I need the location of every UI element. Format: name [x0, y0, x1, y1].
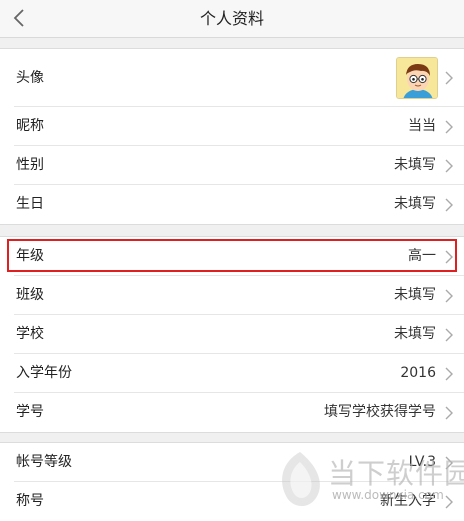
nickname-label: 昵称: [16, 118, 44, 134]
grade-value: 高一: [408, 248, 436, 264]
account-level-value: LV.3: [408, 454, 436, 470]
student-id-value: 填写学校获得学号: [324, 404, 436, 420]
title-value: 新生入学: [380, 493, 436, 509]
chevron-right-icon: [445, 250, 453, 264]
grade-row[interactable]: 年级 高一: [0, 237, 464, 276]
chevron-right-icon: [445, 495, 453, 509]
chevron-right-icon: [445, 367, 453, 381]
chevron-right-icon: [445, 120, 453, 134]
gender-label: 性别: [16, 157, 44, 173]
birthday-label: 生日: [16, 196, 44, 212]
gender-value: 未填写: [394, 157, 436, 173]
class-row[interactable]: 班级 未填写: [0, 276, 464, 315]
profile-basic-group: 头像 昵称 当当 性别 未填写 生日 未填写: [0, 48, 464, 225]
chevron-right-icon: [445, 328, 453, 342]
birthday-row[interactable]: 生日 未填写: [0, 185, 464, 224]
chevron-right-icon: [445, 198, 453, 212]
gender-row[interactable]: 性别 未填写: [0, 146, 464, 185]
enrollment-year-label: 入学年份: [16, 365, 72, 381]
class-value: 未填写: [394, 287, 436, 303]
account-level-label: 帐号等级: [16, 454, 72, 470]
chevron-right-icon: [445, 289, 453, 303]
avatar-row[interactable]: 头像: [0, 49, 464, 107]
chevron-right-icon: [445, 71, 453, 85]
school-row[interactable]: 学校 未填写: [0, 315, 464, 354]
chevron-right-icon: [445, 406, 453, 420]
title-row[interactable]: 称号 新生入学: [0, 482, 464, 521]
avatar-label: 头像: [16, 70, 44, 86]
student-id-label: 学号: [16, 404, 44, 420]
class-label: 班级: [16, 287, 44, 303]
school-info-group: 年级 高一 班级 未填写 学校 未填写 入学年份 2016 学号 填写学校获得学…: [0, 236, 464, 433]
enrollment-year-value: 2016: [400, 365, 436, 381]
birthday-value: 未填写: [394, 196, 436, 212]
nickname-value: 当当: [408, 118, 436, 134]
top-bar: 个人资料: [0, 0, 464, 38]
chevron-right-icon: [445, 456, 453, 470]
cartoon-boy-icon: [397, 58, 437, 98]
account-level-row[interactable]: 帐号等级 LV.3: [0, 443, 464, 482]
avatar: [396, 57, 438, 99]
nickname-row[interactable]: 昵称 当当: [0, 107, 464, 146]
enrollment-year-row[interactable]: 入学年份 2016: [0, 354, 464, 393]
title-label: 称号: [16, 493, 44, 509]
school-label: 学校: [16, 326, 44, 342]
account-group: 帐号等级 LV.3 称号 新生入学: [0, 442, 464, 521]
student-id-row[interactable]: 学号 填写学校获得学号: [0, 393, 464, 432]
chevron-right-icon: [445, 159, 453, 173]
school-value: 未填写: [394, 326, 436, 342]
page-title: 个人资料: [199, 9, 264, 28]
grade-label: 年级: [16, 248, 44, 264]
